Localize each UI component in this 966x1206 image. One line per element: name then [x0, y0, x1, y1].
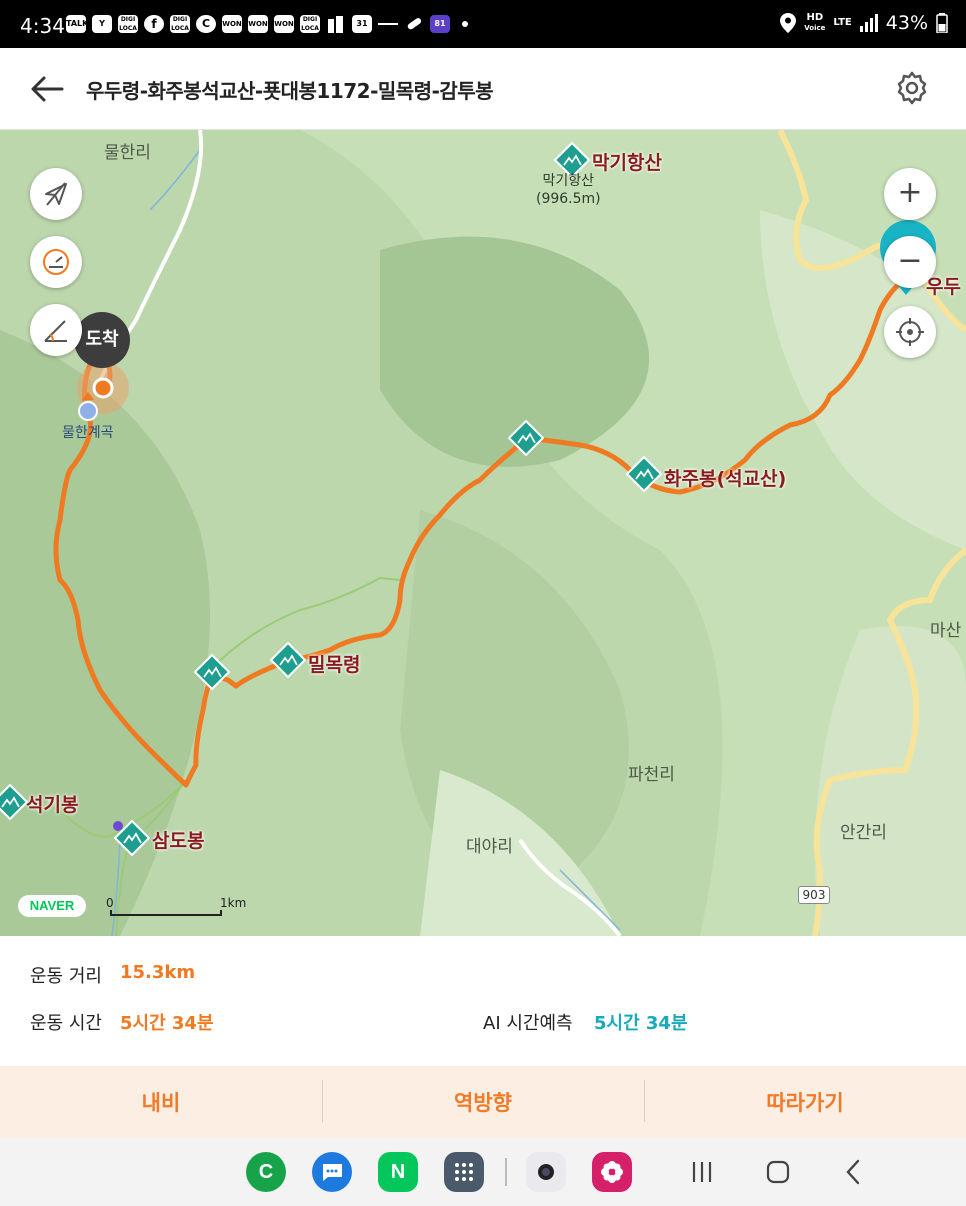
peak-label-seokgibong: 석기봉: [26, 794, 79, 816]
road-number-badge: 903: [798, 886, 830, 904]
peak-label-milmokryeong: 밀목령: [308, 654, 361, 676]
won-icon: WON: [248, 15, 268, 33]
place-label-anganri: 안간리: [840, 823, 887, 843]
navi-button[interactable]: 내비: [0, 1066, 322, 1138]
status-time: 4:34: [20, 14, 65, 38]
ai-estimate-label: AI 시간예측: [483, 1013, 573, 1034]
talk-icon: TALK: [66, 15, 88, 33]
speedometer-icon: [43, 249, 69, 275]
slope-icon: [44, 320, 67, 342]
map-speed-button[interactable]: [30, 236, 82, 288]
battery-percent: 43%: [885, 12, 928, 34]
home-icon[interactable]: [760, 1154, 796, 1190]
more-notifications-dot: [462, 21, 468, 27]
system-icons: HD Voice LTE 43%: [780, 12, 948, 34]
compass-off-icon: [45, 182, 67, 206]
peak-marker-seokgibong[interactable]: [0, 784, 28, 820]
won-icon: WON: [222, 15, 242, 33]
won-icon: WON: [274, 15, 294, 33]
system-navigation-bar: C N: [0, 1138, 966, 1206]
notification-icons: TALK Y DIGI LOCA f DIGI LOCA C WON WON W…: [66, 15, 468, 33]
back-arrow-icon[interactable]: [28, 72, 66, 106]
action-bar: 내비 역방향 따라가기: [0, 1066, 966, 1138]
c-app-icon: C: [196, 15, 216, 33]
place-label-pacheonri: 파천리: [628, 765, 675, 785]
hd-voice-indicator: HD Voice: [804, 12, 826, 33]
zoom-out-button[interactable]: −: [884, 236, 936, 288]
app-screen: 4:34 TALK Y DIGI LOCA f DIGI LOCA C WON …: [0, 0, 966, 1206]
app-drawer-icon[interactable]: [444, 1152, 484, 1192]
scale-km-label: 1km: [220, 896, 247, 910]
dock-separator: [505, 1158, 507, 1186]
scale-zero-label: 0: [106, 896, 114, 910]
route-summary-panel: 운동 거리 15.3km 운동 시간 5시간 34분 AI 시간예측 5시간 3…: [0, 936, 966, 1066]
arrival-badge: 도착: [74, 312, 130, 368]
facebook-icon: f: [144, 15, 164, 33]
peak-marker-milmokryeong[interactable]: [270, 642, 306, 678]
peak-label-makgihangsan: 막기항산: [592, 152, 662, 174]
crosshair-icon: [896, 318, 924, 346]
map-elevation-button[interactable]: [30, 304, 82, 356]
duration-label: 운동 시간: [30, 1013, 102, 1034]
back-nav-icon[interactable]: [836, 1154, 872, 1190]
digiloca-icon: DIGI LOCA: [170, 15, 190, 33]
zoom-in-button[interactable]: +: [884, 168, 936, 220]
peak-sublabel-makgihangsan: 막기항산 (996.5m): [536, 173, 601, 207]
distance-label: 운동 거리: [30, 966, 102, 987]
map-compass-button[interactable]: [30, 168, 82, 220]
lte-indicator: LTE: [833, 17, 852, 28]
peak-label-samdobong: 삼도봉: [152, 830, 205, 852]
digiloca-icon: DIGI LOCA: [300, 15, 320, 33]
peak-marker-pyodaebong[interactable]: [508, 420, 544, 456]
place-label-daeyari: 대야리: [466, 837, 513, 857]
duration-value: 5시간 34분: [120, 1013, 214, 1034]
settings-gear-icon[interactable]: [894, 70, 930, 106]
naver-logo: NAVER: [18, 895, 86, 917]
reverse-direction-button[interactable]: 역방향: [322, 1066, 644, 1138]
ai-estimate-value: 5시간 34분: [594, 1013, 688, 1034]
c-app-icon[interactable]: C: [246, 1152, 286, 1192]
messages-app-icon[interactable]: [312, 1152, 352, 1192]
camera-app-icon[interactable]: [526, 1152, 566, 1192]
calendar-icon: 31: [352, 15, 372, 33]
location-icon: [780, 13, 797, 33]
distance-value: 15.3km: [120, 962, 196, 983]
digiloca-icon: DIGI LOCA: [118, 15, 138, 33]
current-location-button[interactable]: [884, 306, 936, 358]
place-label-mulhanri: 물한리: [104, 143, 151, 163]
peak-marker-hwajubong[interactable]: [626, 456, 662, 492]
peak-label-hwajubong: 화주봉(석교산): [664, 468, 787, 490]
recent-apps-icon[interactable]: [684, 1154, 720, 1190]
app-81-icon: 81: [430, 15, 450, 33]
place-label-masan: 마산: [930, 621, 962, 641]
map-scale-bar: [110, 910, 222, 916]
peak-marker-gamtubong[interactable]: [194, 654, 230, 690]
building-icon: [326, 15, 346, 33]
place-label-mulhan-valley: 물한계곡: [62, 425, 114, 441]
page-title: 우두령-화주봉석교산-푯대봉1172-밀목령-감투봉: [86, 79, 494, 103]
naver-app-icon[interactable]: N: [378, 1152, 418, 1192]
map-canvas: [0, 130, 966, 936]
top-app-bar: 우두령-화주봉석교산-푯대봉1172-밀목령-감투봉: [0, 48, 966, 130]
flower-app-icon[interactable]: [592, 1152, 632, 1192]
peak-marker-samdobong[interactable]: [114, 820, 150, 856]
bar-icon: [378, 15, 398, 33]
follow-route-button[interactable]: 따라가기: [644, 1066, 966, 1138]
pill-icon: [404, 15, 424, 33]
y-app-icon: Y: [92, 15, 112, 33]
signal-icon: [859, 14, 878, 32]
battery-icon: [936, 13, 948, 33]
status-bar: 4:34 TALK Y DIGI LOCA f DIGI LOCA C WON …: [0, 0, 966, 48]
map-view[interactable]: 막기항산 막기항산 (996.5m) 화주봉(석교산) 밀목령 석기봉 삼도봉 …: [0, 130, 966, 936]
